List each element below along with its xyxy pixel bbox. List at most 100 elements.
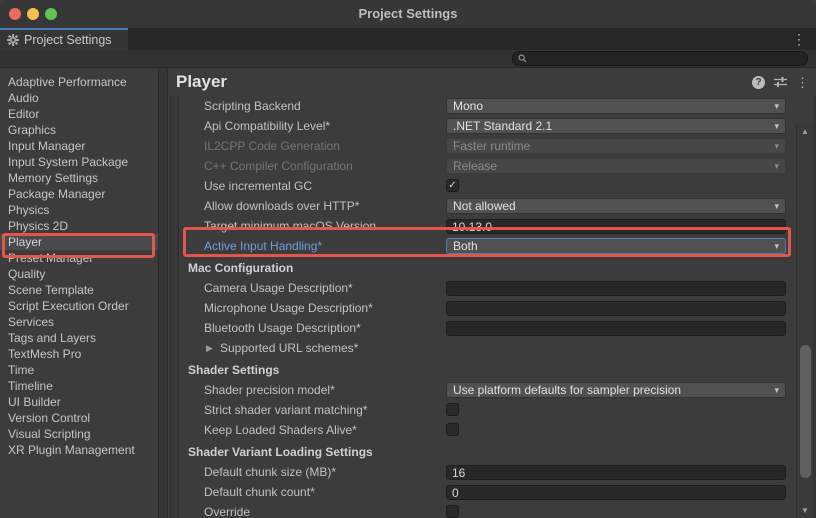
project-settings-window: Project Settings Projec	[0, 0, 816, 518]
presets-icon[interactable]	[774, 76, 787, 88]
il2cpp-code-generation-value: Faster runtime	[453, 139, 774, 153]
tab-project-settings[interactable]: Project Settings	[0, 28, 128, 50]
sidebar-item-timeline[interactable]: Timeline	[0, 378, 158, 394]
sidebar-item-adaptive-performance[interactable]: Adaptive Performance	[0, 74, 158, 90]
checkmark-icon: ✓	[448, 181, 456, 191]
scroll-up-icon[interactable]: ▲	[797, 127, 813, 136]
sidebar-item-input-system-package[interactable]: Input System Package	[0, 154, 158, 170]
chevron-down-icon: ▾	[774, 121, 779, 132]
sidebar-item-time[interactable]: Time	[0, 362, 158, 378]
sidebar-item-visual-scripting[interactable]: Visual Scripting	[0, 426, 158, 442]
shader-precision-model-value: Use platform defaults for sampler precis…	[453, 383, 774, 397]
chevron-down-icon: ▾	[774, 161, 779, 172]
search-input[interactable]	[512, 51, 808, 66]
use-incremental-gc-checkbox[interactable]: ✓	[446, 179, 459, 192]
row-override: Override	[168, 502, 793, 518]
row-target-minimum-macos-version: Target minimum macOS Version 10.13.0	[168, 216, 793, 236]
sidebar-item-version-control[interactable]: Version Control	[0, 410, 158, 426]
default-chunk-count-input[interactable]: 0	[446, 485, 786, 500]
default-chunk-count-value: 0	[452, 486, 459, 500]
row-default-chunk-count: Default chunk count* 0	[168, 482, 793, 502]
settings-header: Player ? ⋮	[168, 68, 816, 96]
shader-precision-model-dropdown[interactable]: Use platform defaults for sampler precis…	[446, 382, 786, 398]
label-il2cpp-code-generation: IL2CPP Code Generation	[204, 139, 340, 153]
target-minimum-macos-version-input[interactable]: 10.13.0	[446, 219, 786, 234]
tabstrip-kebab-menu-icon[interactable]: ⋮	[792, 29, 806, 49]
main-area: Adaptive PerformanceAudioEditorGraphicsI…	[0, 68, 816, 518]
sidebar-splitter[interactable]	[158, 68, 168, 518]
row-scripting-backend: Scripting BackendMono▾	[168, 96, 793, 116]
sidebar-item-textmesh-pro[interactable]: TextMesh Pro	[0, 346, 158, 362]
sidebar-item-services[interactable]: Services	[0, 314, 158, 330]
sidebar-item-tags-and-layers[interactable]: Tags and Layers	[0, 330, 158, 346]
chevron-down-icon: ▾	[774, 101, 779, 112]
sidebar-item-physics-2d[interactable]: Physics 2D	[0, 218, 158, 234]
label-allow-downloads-over-http: Allow downloads over HTTP*	[204, 199, 359, 213]
active-input-handling-value: Both	[453, 239, 774, 253]
scripting-backend-dropdown[interactable]: Mono▾	[446, 98, 786, 114]
sidebar-item-graphics[interactable]: Graphics	[0, 122, 158, 138]
settings-kebab-menu-icon[interactable]: ⋮	[796, 76, 809, 89]
label-microphone-usage-description: Microphone Usage Description*	[204, 301, 373, 315]
vertical-scrollbar[interactable]: ▲ ▼	[796, 124, 813, 518]
sidebar-item-quality[interactable]: Quality	[0, 266, 158, 282]
override-checkbox[interactable]	[446, 505, 459, 518]
c-compiler-configuration-value: Release	[453, 159, 774, 173]
row-il2cpp-code-generation: IL2CPP Code Generation Faster runtime▾	[168, 136, 793, 156]
tab-label: Project Settings	[24, 33, 112, 47]
window-title: Project Settings	[0, 0, 816, 28]
row-mac-configuration: Mac Configuration	[168, 256, 793, 278]
section-header-shader-settings: Shader Settings	[188, 363, 279, 377]
default-chunk-size-mb-input[interactable]: 16	[446, 465, 786, 480]
sidebar-item-player[interactable]: Player	[0, 234, 158, 250]
label-target-minimum-macos-version: Target minimum macOS Version	[204, 219, 376, 233]
scroll-down-icon[interactable]: ▼	[797, 506, 813, 515]
sidebar-list: Adaptive PerformanceAudioEditorGraphicsI…	[0, 74, 158, 458]
il2cpp-code-generation-dropdown[interactable]: Faster runtime▾	[446, 138, 786, 154]
label-active-input-handling: Active Input Handling*	[204, 239, 322, 253]
label-api-compatibility-level: Api Compatibility Level*	[204, 119, 330, 133]
target-minimum-macos-version-value: 10.13.0	[452, 220, 492, 234]
sidebar-item-xr-plugin-management[interactable]: XR Plugin Management	[0, 442, 158, 458]
label-supported-url-schemes: Supported URL schemes*	[220, 341, 358, 355]
settings-rows: Scripting BackendMono▾ Api Compatibility …	[168, 96, 793, 518]
sidebar-item-ui-builder[interactable]: UI Builder	[0, 394, 158, 410]
c-compiler-configuration-dropdown[interactable]: Release▾	[446, 158, 786, 174]
strict-shader-variant-matching-checkbox[interactable]	[446, 403, 459, 416]
label-default-chunk-count: Default chunk count*	[204, 485, 315, 499]
label-default-chunk-size-mb: Default chunk size (MB)*	[204, 465, 336, 479]
label-strict-shader-variant-matching: Strict shader variant matching*	[204, 403, 367, 417]
sidebar-item-script-execution-order[interactable]: Script Execution Order	[0, 298, 158, 314]
sidebar-item-physics[interactable]: Physics	[0, 202, 158, 218]
chevron-down-icon: ▾	[774, 141, 779, 152]
sidebar-item-memory-settings[interactable]: Memory Settings	[0, 170, 158, 186]
row-microphone-usage-description: Microphone Usage Description*	[168, 298, 793, 318]
keep-loaded-shaders-alive-checkbox[interactable]	[446, 423, 459, 436]
sidebar-item-scene-template[interactable]: Scene Template	[0, 282, 158, 298]
api-compatibility-level-dropdown[interactable]: .NET Standard 2.1▾	[446, 118, 786, 134]
allow-downloads-over-http-value: Not allowed	[453, 199, 774, 213]
tab-strip: Project Settings ⋮	[0, 28, 816, 50]
allow-downloads-over-http-dropdown[interactable]: Not allowed▾	[446, 198, 786, 214]
scrollbar-thumb[interactable]	[800, 345, 811, 478]
sidebar-item-input-manager[interactable]: Input Manager	[0, 138, 158, 154]
active-input-handling-dropdown[interactable]: Both▾	[446, 238, 786, 254]
help-icon[interactable]: ?	[752, 76, 765, 89]
sidebar-item-editor[interactable]: Editor	[0, 106, 158, 122]
sidebar-item-audio[interactable]: Audio	[0, 90, 158, 106]
chevron-down-icon: ▾	[774, 385, 779, 396]
camera-usage-description-input[interactable]	[446, 281, 786, 296]
page-title: Player	[168, 72, 752, 92]
chevron-down-icon: ▾	[774, 201, 779, 212]
label-c-compiler-configuration: C++ Compiler Configuration	[204, 159, 353, 173]
bluetooth-usage-description-input[interactable]	[446, 321, 786, 336]
label-bluetooth-usage-description: Bluetooth Usage Description*	[204, 321, 361, 335]
foldout-triangle-icon[interactable]: ▶	[206, 343, 213, 354]
microphone-usage-description-input[interactable]	[446, 301, 786, 316]
row-shader-variant-loading-settings: Shader Variant Loading Settings	[168, 440, 793, 462]
sidebar-item-package-manager[interactable]: Package Manager	[0, 186, 158, 202]
sidebar-item-preset-manager[interactable]: Preset Manager	[0, 250, 158, 266]
search-icon	[518, 54, 527, 63]
row-use-incremental-gc: Use incremental GC✓	[168, 176, 793, 196]
row-shader-precision-model: Shader precision model*Use platform defa…	[168, 380, 793, 400]
